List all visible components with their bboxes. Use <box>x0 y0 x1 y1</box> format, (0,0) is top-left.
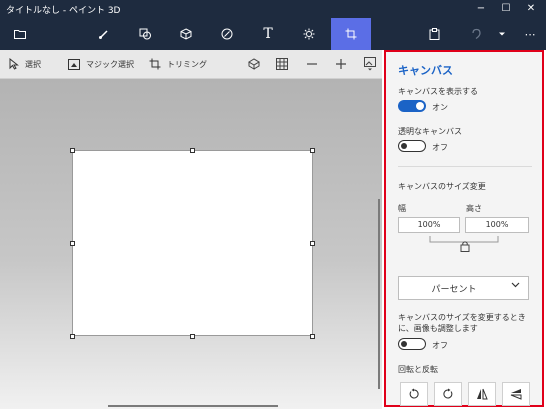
view-3d-icon <box>248 58 260 70</box>
plus-icon <box>336 59 346 69</box>
resize-handle-top-right[interactable] <box>310 148 315 153</box>
show-canvas-state: オン <box>432 103 448 112</box>
flip-horizontal-icon <box>477 388 488 400</box>
canvas-button[interactable] <box>331 18 371 50</box>
3d-shapes-button[interactable] <box>166 18 206 50</box>
canvas-subtoolbar: 選択 マジック選択 トリミング <box>0 50 382 79</box>
grid-button[interactable] <box>274 56 290 72</box>
flip-horizontal-button[interactable] <box>468 382 496 406</box>
drawing-canvas[interactable] <box>72 150 313 336</box>
transparent-canvas-state: オフ <box>432 143 448 152</box>
select-label: 選択 <box>25 59 41 69</box>
unit-dropdown-value: パーセント <box>431 285 477 295</box>
crop-icon <box>149 58 161 70</box>
main-toolbar: T ⋯ <box>0 18 546 50</box>
resize-handle-right[interactable] <box>310 241 315 246</box>
undo-icon <box>472 28 481 40</box>
paste-button[interactable] <box>414 18 454 50</box>
magic-select-button[interactable]: マジック選択 <box>68 56 134 72</box>
rotate-right-icon <box>443 388 453 399</box>
minimize-button[interactable]: − <box>472 2 490 16</box>
zoom-in-button[interactable] <box>333 56 349 72</box>
view-3d-button[interactable] <box>246 56 262 72</box>
rotate-left-icon <box>409 388 419 399</box>
folder-icon <box>14 30 26 39</box>
undo-button[interactable] <box>456 18 496 50</box>
cube-icon <box>180 28 192 40</box>
sticker-icon <box>221 28 233 40</box>
magic-select-label: マジック選択 <box>86 59 134 69</box>
text-icon: T <box>263 26 273 42</box>
show-canvas-label: キャンバスを表示する <box>398 87 478 96</box>
grid-icon <box>276 58 288 70</box>
zoom-out-button[interactable] <box>304 56 320 72</box>
width-label: 幅 <box>398 204 406 213</box>
height-label: 高さ <box>466 204 482 213</box>
crop-button[interactable]: トリミング <box>149 56 207 72</box>
cursor-icon <box>9 58 19 70</box>
2d-shapes-button[interactable] <box>125 18 165 50</box>
resize-canvas-label: キャンバスのサイズ変更 <box>398 182 486 191</box>
canvas-crop-icon <box>345 28 357 40</box>
rotate-right-button[interactable] <box>434 382 462 406</box>
height-input[interactable]: 100% <box>465 217 529 233</box>
stickers-button[interactable] <box>207 18 247 50</box>
magic-select-icon <box>68 58 80 70</box>
resize-handle-bottom-right[interactable] <box>310 334 315 339</box>
resize-image-state: オフ <box>432 341 448 350</box>
rotate-flip-label: 回転と反転 <box>398 365 438 374</box>
effects-button[interactable] <box>289 18 329 50</box>
flip-vertical-button[interactable] <box>502 382 530 406</box>
close-button[interactable]: ✕ <box>522 2 540 16</box>
image-icon <box>364 57 376 71</box>
brush-icon <box>99 30 108 39</box>
effects-icon <box>303 28 315 40</box>
resize-handle-left[interactable] <box>70 241 75 246</box>
chevron-down-icon <box>511 282 520 288</box>
horizontal-scrollbar[interactable] <box>108 405 278 407</box>
history-button[interactable] <box>494 18 510 50</box>
canvas-workspace <box>0 79 382 409</box>
canvas-panel: キャンバス キャンバスを表示する オン 透明なキャンバス オフ キャンバスのサイ… <box>384 50 544 407</box>
more-button[interactable]: ⋯ <box>514 18 546 50</box>
text-button[interactable]: T <box>248 18 288 50</box>
resize-handle-bottom[interactable] <box>190 334 195 339</box>
brushes-button[interactable] <box>84 18 124 50</box>
minus-icon <box>307 63 317 65</box>
divider <box>398 166 532 167</box>
window-title: タイトルなし - ペイント 3D <box>6 6 121 16</box>
chevron-down-icon <box>499 32 505 36</box>
panel-title: キャンバス <box>398 64 453 77</box>
resize-image-toggle[interactable] <box>398 338 426 350</box>
menu-button[interactable] <box>0 18 40 50</box>
width-input[interactable]: 100% <box>398 217 460 233</box>
paste-icon <box>429 28 439 40</box>
maximize-button[interactable]: ☐ <box>497 2 515 16</box>
resize-handle-top[interactable] <box>190 148 195 153</box>
transparent-canvas-label: 透明なキャンバス <box>398 127 462 136</box>
resize-image-label: キャンバスのサイズを変更するときに、画像も調整します <box>398 313 526 333</box>
crop-label: トリミング <box>167 59 207 69</box>
select-button[interactable]: 選択 <box>9 56 41 72</box>
resize-handle-bottom-left[interactable] <box>70 334 75 339</box>
flip-vertical-icon <box>510 389 522 400</box>
resize-handle-top-left[interactable] <box>70 148 75 153</box>
image-options-button[interactable] <box>362 56 378 72</box>
title-bar: タイトルなし - ペイント 3D − ☐ ✕ <box>0 0 546 18</box>
unit-dropdown[interactable]: パーセント <box>398 276 529 300</box>
vertical-scrollbar[interactable] <box>378 199 380 389</box>
transparent-canvas-toggle[interactable] <box>398 140 426 152</box>
more-icon: ⋯ <box>524 27 536 41</box>
lock-icon[interactable] <box>460 240 470 252</box>
rotate-left-button[interactable] <box>400 382 428 406</box>
shapes-2d-icon <box>139 28 151 40</box>
show-canvas-toggle[interactable] <box>398 100 426 112</box>
